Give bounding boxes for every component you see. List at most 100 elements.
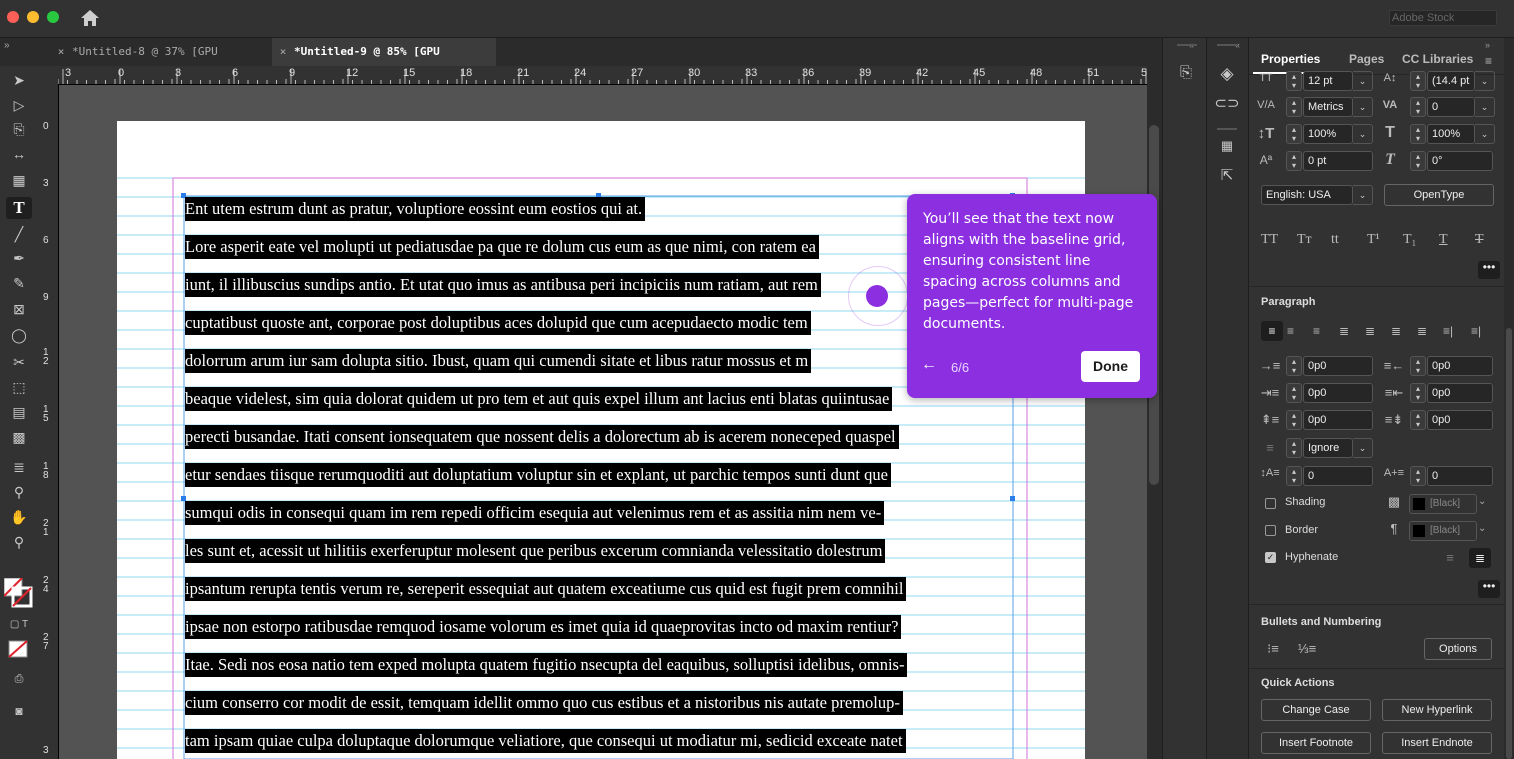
collapse-toolbar-icon[interactable]: » (4, 40, 10, 51)
page-tool-icon[interactable]: ⎘ (6, 118, 32, 140)
horizontal-scale-stepper[interactable]: ▴ ▾ (1410, 124, 1426, 144)
tab-properties[interactable]: Properties (1261, 52, 1320, 66)
free-transform-tool-icon[interactable]: ⬚ (6, 376, 32, 398)
done-button[interactable]: Done (1081, 351, 1140, 382)
text-line[interactable]: cuptatibust quoste ant, corporae post do… (185, 311, 811, 335)
subscript-button[interactable]: T₁ (1403, 232, 1416, 248)
leading-dropdown[interactable]: ⌄ (1475, 71, 1495, 91)
align-away-from-spine-icon[interactable]: ≡| (1471, 321, 1481, 341)
ruler-origin[interactable] (40, 66, 58, 84)
links-icon[interactable]: ⊂⊃ (1214, 94, 1240, 112)
align-left-icon[interactable]: ≡ (1261, 321, 1283, 341)
bullets-options-button[interactable]: Options (1424, 638, 1492, 660)
gradient-feather-tool-icon[interactable]: ▩ (6, 426, 32, 448)
text-line[interactable]: iunt, il illibuscius sundips antio. Et u… (185, 273, 821, 297)
tracking-field[interactable]: 0 (1427, 97, 1475, 117)
close-tab-icon[interactable]: × (50, 38, 72, 66)
paragraph-styles-icon[interactable]: ⎘ (1173, 64, 1199, 81)
fill-stroke-swatch-icon[interactable] (3, 577, 34, 608)
horizontal-ruler[interactable]: 3 0 3 6 9 12 15 18 21 24 27 30 33 36 39 … (58, 66, 1147, 85)
numbered-list-icon[interactable]: ⅓≡ (1296, 641, 1318, 656)
small-caps-button[interactable]: Tт (1297, 232, 1312, 248)
text-line[interactable]: etur sendaes tiisque rerumquoditi aut do… (185, 463, 891, 487)
hyphenate-checkbox[interactable]: ✓ (1265, 552, 1276, 563)
preview-mode-icon[interactable]: ◙ (6, 700, 32, 722)
shading-checkbox[interactable] (1265, 498, 1276, 509)
note-tool-icon[interactable]: ≣ (6, 456, 32, 478)
align-to-grid-dropdown[interactable]: ⌄ (1353, 438, 1373, 458)
left-indent-stepper[interactable]: ▴ ▾ (1286, 356, 1302, 376)
border-color-swatch[interactable]: [Black] (1409, 521, 1477, 541)
panel-menu-icon[interactable]: ≡ (1485, 54, 1492, 68)
layers-icon[interactable]: ◈ (1214, 64, 1240, 84)
right-indent-stepper[interactable]: ▴ ▾ (1410, 356, 1426, 376)
gap-tool-icon[interactable]: ↔ (6, 143, 32, 165)
justify-left-icon[interactable]: ≣ (1339, 321, 1349, 341)
adobe-stock-search[interactable]: Adobe Stock (1389, 10, 1497, 26)
shading-settings-icon[interactable]: ▩ (1383, 494, 1405, 510)
ellipse-tool-icon[interactable]: ◯ (6, 324, 32, 346)
left-indent-field[interactable]: 0p0 (1303, 356, 1373, 376)
align-center-icon[interactable]: ≡ (1287, 321, 1294, 341)
font-size-dropdown[interactable]: ⌄ (1353, 71, 1373, 91)
align-to-grid-select[interactable]: Ignore (1303, 438, 1353, 458)
tab-untitled-8[interactable]: ×*Untitled-8 @ 37% [GPU Preview] (50, 38, 268, 86)
cc-libraries-icon[interactable]: ▦ (1214, 138, 1240, 154)
last-line-indent-field[interactable]: 0p0 (1427, 383, 1493, 403)
text-line[interactable]: dolorrum arum iur sam dolupta sitio. Ibu… (185, 349, 812, 373)
text-line[interactable]: beaque videlest, sim quia dolorat quidem… (185, 387, 893, 411)
justify-center-icon[interactable]: ≣ (1365, 321, 1375, 341)
lowercase-button[interactable]: tt (1331, 232, 1339, 248)
text-line[interactable]: perecti busandae. Itati consent ionsequa… (185, 425, 899, 449)
more-paragraph-options-icon[interactable]: ••• (1478, 580, 1500, 598)
back-arrow-icon[interactable]: ← (921, 356, 937, 374)
skew-field[interactable]: 0° (1427, 151, 1493, 171)
text-line[interactable]: Lore asperit eate vel molupti ut pediatu… (185, 235, 819, 259)
rectangle-frame-tool-icon[interactable]: ⊠ (6, 298, 32, 320)
drop-cap-lines-stepper[interactable]: ▴ ▾ (1286, 466, 1302, 486)
text-line[interactable]: les sunt et, acessit ut hilitiis exerfer… (185, 539, 886, 563)
leading-stepper[interactable]: ▴ ▾ (1410, 71, 1426, 91)
more-character-options-icon[interactable]: ••• (1478, 261, 1500, 279)
space-after-field[interactable]: 0p0 (1427, 410, 1493, 430)
insert-endnote-button[interactable]: Insert Endnote (1382, 732, 1492, 754)
kerning-stepper[interactable]: ▴ ▾ (1286, 97, 1302, 117)
shading-color-swatch[interactable]: [Black] (1409, 494, 1477, 514)
superscript-button[interactable]: T¹ (1367, 232, 1380, 248)
formatting-container-icon[interactable]: ▢ T (6, 614, 32, 636)
bulleted-list-icon[interactable]: ⁝≡ (1262, 641, 1284, 657)
align-towards-spine-icon[interactable]: ≡| (1443, 321, 1453, 341)
home-icon[interactable] (80, 8, 100, 28)
hand-tool-icon[interactable]: ✋ (6, 506, 32, 528)
first-line-indent-field[interactable]: 0p0 (1303, 383, 1373, 403)
skew-stepper[interactable]: ▴ ▾ (1410, 151, 1426, 171)
last-line-indent-stepper[interactable]: ▴ ▾ (1410, 383, 1426, 403)
tracking-dropdown[interactable]: ⌄ (1475, 97, 1495, 117)
export-icon[interactable]: ⇱ (1214, 166, 1240, 184)
underline-button[interactable]: T (1439, 232, 1448, 248)
language-select[interactable]: English: USA (1261, 185, 1353, 205)
insert-footnote-button[interactable]: Insert Footnote (1261, 732, 1371, 754)
zoom-tool-icon[interactable]: ⚲ (6, 531, 32, 553)
dock-grip[interactable] (1217, 128, 1237, 130)
baseline-shift-stepper[interactable]: ▴ ▾ (1286, 151, 1302, 171)
text-line[interactable]: ipsantum rerupta tentis verum re, serepe… (185, 577, 907, 601)
drop-cap-chars-stepper[interactable]: ▴ ▾ (1410, 466, 1426, 486)
align-right-icon[interactable]: ≡ (1313, 321, 1320, 341)
font-size-field[interactable]: 12 pt (1303, 71, 1353, 91)
selection-tool-icon[interactable]: ➤ (6, 69, 32, 91)
eyedropper-tool-icon[interactable]: ⚲ (6, 481, 32, 503)
pencil-tool-icon[interactable]: ✎ (6, 272, 32, 294)
content-collector-icon[interactable]: ▦ (6, 169, 32, 191)
dock-grip[interactable] (1177, 44, 1197, 46)
border-settings-icon[interactable]: ¶ (1383, 521, 1405, 536)
type-tool-icon[interactable]: T (6, 197, 32, 219)
space-after-stepper[interactable]: ▴ ▾ (1410, 410, 1426, 430)
leading-field[interactable]: (14.4 pt (1427, 71, 1475, 91)
vertical-scale-field[interactable]: 100% (1303, 124, 1353, 144)
text-line[interactable]: sumqui odis in consequi quam im rem repe… (185, 501, 885, 525)
tab-cc-libraries[interactable]: CC Libraries (1402, 52, 1473, 66)
minimize-window-button[interactable] (27, 11, 39, 23)
all-caps-button[interactable]: TT (1261, 232, 1278, 248)
baseline-shift-field[interactable]: 0 pt (1303, 151, 1373, 171)
